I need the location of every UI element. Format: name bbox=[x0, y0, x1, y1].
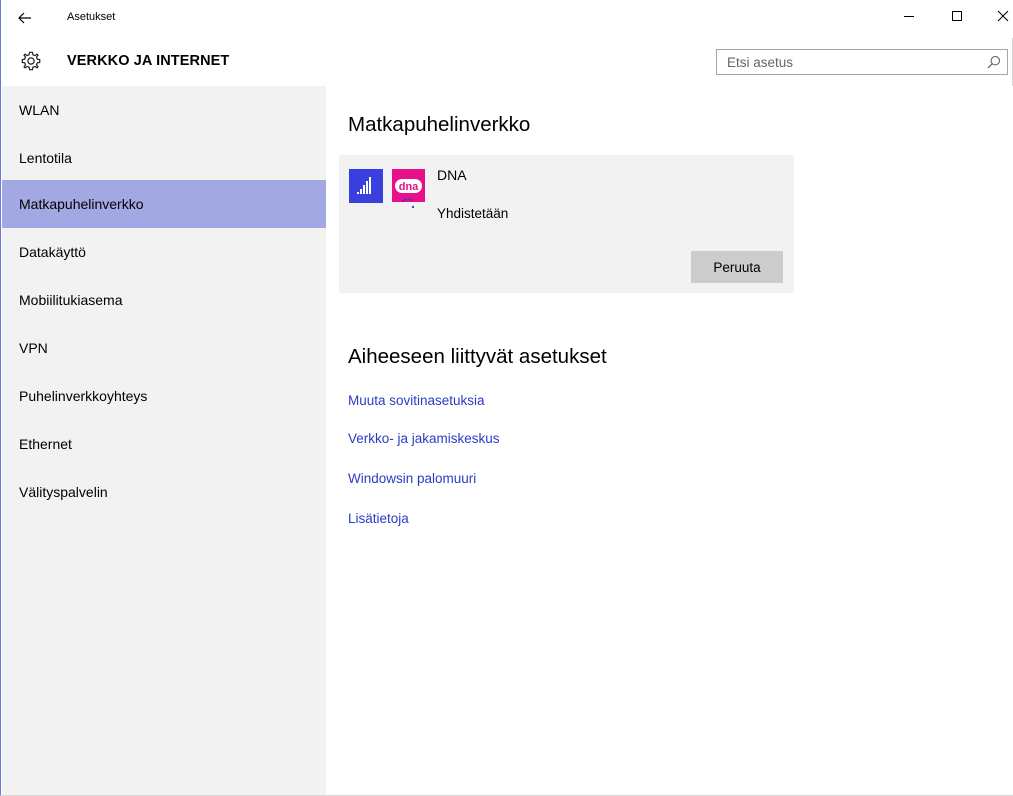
minimize-button[interactable] bbox=[891, 0, 927, 32]
search-box[interactable] bbox=[716, 49, 1008, 75]
sidebar-item-wlan[interactable]: WLAN bbox=[2, 86, 326, 134]
link-windows-firewall[interactable]: Windowsin palomuuri bbox=[348, 471, 476, 486]
close-icon bbox=[997, 10, 1009, 22]
search-icon[interactable] bbox=[987, 55, 1001, 69]
signal-strength-icon bbox=[349, 169, 383, 203]
main-content: Matkapuhelinverkko dna DNA Yhdistetään P… bbox=[326, 86, 1013, 795]
cancel-button[interactable]: Peruuta bbox=[691, 251, 783, 283]
sidebar-item-ethernet[interactable]: Ethernet bbox=[2, 420, 326, 468]
search-input[interactable] bbox=[717, 50, 977, 74]
sidebar-item-mobiilitukiasema[interactable]: Mobiilitukiasema bbox=[2, 276, 326, 324]
connecting-spinner-icon bbox=[399, 195, 419, 215]
gear-icon bbox=[20, 50, 42, 72]
maximize-button[interactable] bbox=[939, 0, 975, 32]
page-title: Matkapuhelinverkko bbox=[348, 113, 531, 136]
sidebar-item-matkapuhelinverkko[interactable]: Matkapuhelinverkko bbox=[2, 180, 326, 228]
section-title: VERKKO JA INTERNET bbox=[67, 53, 230, 69]
sidebar-item-valityspalvelin[interactable]: Välityspalvelin bbox=[2, 468, 326, 516]
sidebar: WLAN Lentotila Matkapuhelinverkko Datakä… bbox=[2, 86, 326, 795]
connection-status: Yhdistetään bbox=[437, 206, 509, 221]
back-arrow-icon[interactable] bbox=[15, 8, 35, 28]
sidebar-item-lentotila[interactable]: Lentotila bbox=[2, 134, 326, 182]
maximize-icon bbox=[952, 11, 962, 21]
link-more-info[interactable]: Lisätietoja bbox=[348, 511, 409, 526]
sidebar-item-puhelinverkkoyhteys[interactable]: Puhelinverkkoyhteys bbox=[2, 372, 326, 420]
sidebar-item-datakaytto[interactable]: Datakäyttö bbox=[2, 228, 326, 276]
operator-logo-text: dna bbox=[399, 181, 419, 193]
cellular-network-card[interactable]: dna DNA Yhdistetään Peruuta bbox=[339, 155, 794, 293]
operator-name: DNA bbox=[437, 167, 467, 183]
app-title: Asetukset bbox=[67, 11, 116, 23]
page-header: VERKKO JA INTERNET bbox=[1, 38, 1013, 86]
minimize-icon bbox=[904, 16, 914, 17]
title-bar: Asetukset bbox=[1, 0, 1013, 38]
settings-window: Asetukset VERKKO JA INTERNET Etsi asetus… bbox=[0, 0, 1013, 796]
related-settings-title: Aiheeseen liittyvät asetukset bbox=[348, 345, 607, 368]
close-button[interactable] bbox=[985, 0, 1013, 32]
link-network-sharing-center[interactable]: Verkko- ja jakamiskeskus bbox=[348, 431, 500, 446]
sidebar-item-vpn[interactable]: VPN bbox=[2, 324, 326, 372]
link-adapter-settings[interactable]: Muuta sovitinasetuksia bbox=[348, 393, 485, 408]
